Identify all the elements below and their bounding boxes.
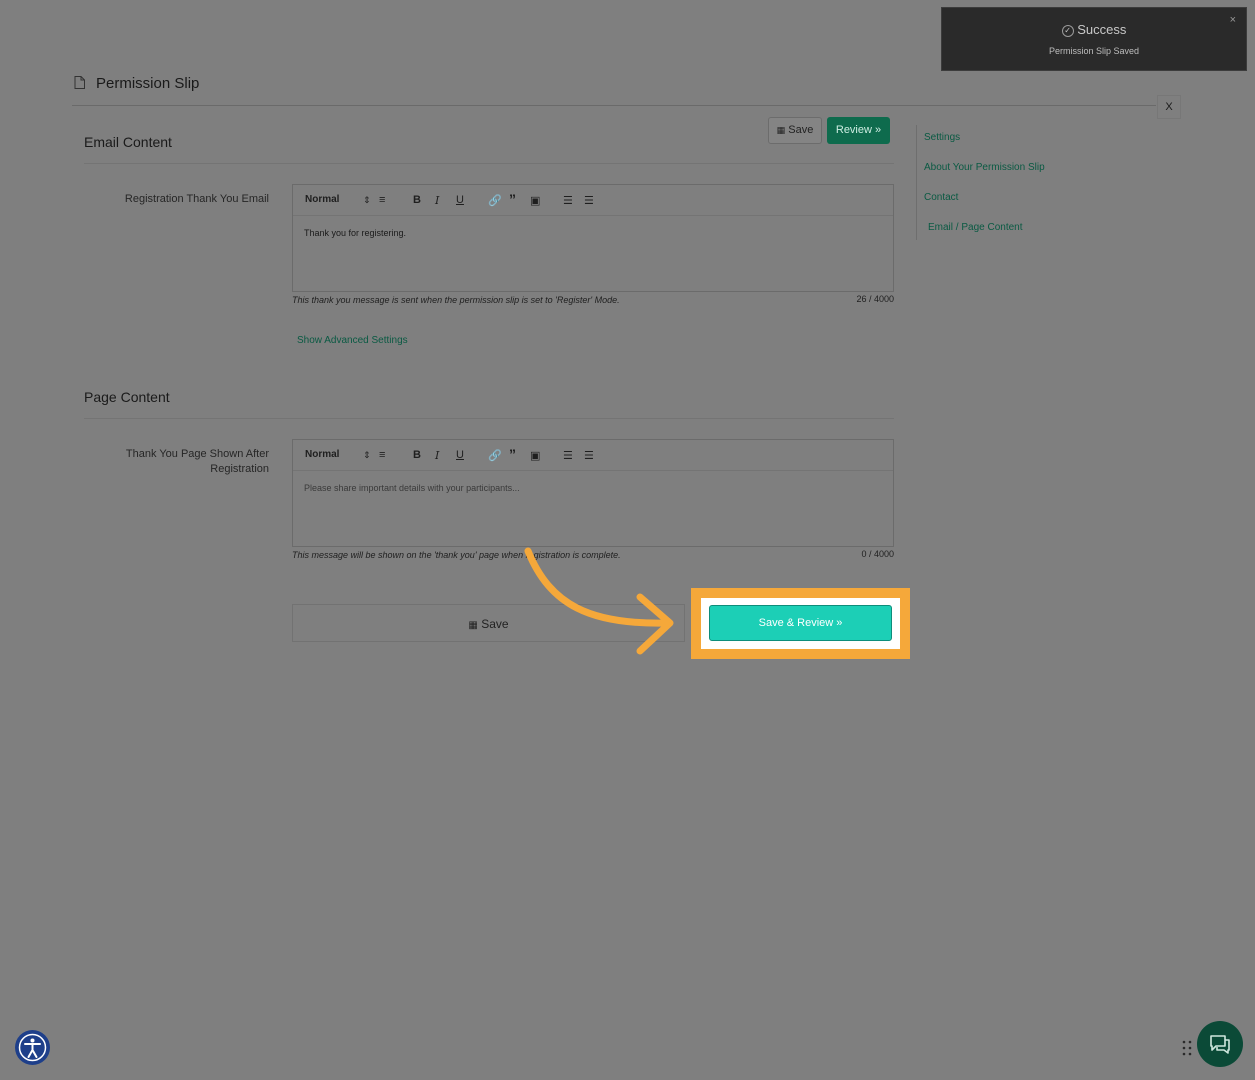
- side-nav-email-page-content[interactable]: Email / Page Content: [928, 222, 1023, 233]
- thank-you-page-label-line2: Registration: [210, 463, 269, 475]
- quote-icon[interactable]: ”: [509, 446, 516, 462]
- chat-button[interactable]: [1197, 1021, 1243, 1067]
- page-content-title: Page Content: [84, 389, 170, 405]
- close-button[interactable]: X: [1157, 95, 1181, 119]
- align-icon[interactable]: ≡: [379, 194, 385, 206]
- editor-toolbar: Normal ⇕ ≡ B I U 🔗 ” ▣ ☰ ☰: [293, 185, 893, 216]
- bottom-save-label: Save: [481, 617, 509, 631]
- email-char-counter: 26 / 4000: [856, 294, 894, 304]
- email-editor-content[interactable]: Thank you for registering.: [293, 216, 893, 250]
- format-select-caret-icon[interactable]: ⇕: [363, 450, 371, 461]
- review-button[interactable]: Review »: [827, 117, 890, 144]
- underline-icon[interactable]: U: [456, 449, 464, 461]
- drag-handle-icon[interactable]: [1182, 1040, 1192, 1056]
- bullet-list-icon[interactable]: ☰: [584, 449, 594, 462]
- page-rich-text-editor[interactable]: Normal ⇕ ≡ B I U 🔗 ” ▣ ☰ ☰ Please share …: [292, 439, 894, 547]
- format-select[interactable]: Normal: [305, 194, 339, 205]
- page-editor-placeholder[interactable]: Please share important details with your…: [293, 471, 893, 505]
- page-header: Permission Slip: [72, 70, 1156, 106]
- save-and-review-button[interactable]: Save & Review »: [709, 605, 892, 641]
- show-advanced-settings-link[interactable]: Show Advanced Settings: [297, 335, 408, 346]
- ordered-list-icon[interactable]: ☰: [563, 449, 573, 462]
- toast-title-text: Success: [1077, 22, 1127, 37]
- bullet-list-icon[interactable]: ☰: [584, 194, 594, 207]
- italic-icon[interactable]: I: [435, 449, 439, 462]
- format-select-caret-icon[interactable]: ⇕: [363, 195, 371, 206]
- thank-you-page-label-line1: Thank You Page Shown After: [125, 448, 269, 460]
- toast-message: Permission Slip Saved: [1048, 46, 1140, 56]
- email-content-title: Email Content: [84, 134, 172, 150]
- side-nav-about[interactable]: About Your Permission Slip: [924, 162, 1045, 173]
- format-select[interactable]: Normal: [305, 449, 339, 460]
- registration-email-label: Registration Thank You Email: [124, 193, 269, 205]
- bold-icon[interactable]: B: [413, 194, 421, 206]
- save-button-label: Save: [788, 124, 814, 136]
- bold-icon[interactable]: B: [413, 449, 421, 461]
- chat-icon: [1210, 1035, 1230, 1054]
- underline-icon[interactable]: U: [456, 194, 464, 206]
- section-divider: [84, 418, 894, 419]
- annotation-arrow-icon: [524, 547, 674, 655]
- save-icon: ▦: [776, 125, 786, 135]
- align-icon[interactable]: ≡: [379, 449, 385, 461]
- side-nav-rail: [916, 125, 917, 240]
- page-title: Permission Slip: [96, 75, 200, 92]
- italic-icon[interactable]: I: [435, 194, 439, 207]
- thank-you-page-label: Thank You Page Shown After Registration: [69, 447, 269, 477]
- page-char-counter: 0 / 4000: [861, 549, 894, 559]
- toast-close-icon[interactable]: ×: [1230, 14, 1236, 26]
- email-rich-text-editor[interactable]: Normal ⇕ ≡ B I U 🔗 ” ▣ ☰ ☰ Thank you for…: [292, 184, 894, 292]
- accessibility-button[interactable]: [15, 1030, 50, 1065]
- accessibility-icon: [18, 1033, 47, 1062]
- document-icon: [74, 76, 85, 89]
- success-toast: ✓ Success Permission Slip Saved ×: [941, 7, 1247, 71]
- link-icon[interactable]: 🔗: [488, 194, 502, 207]
- save-button[interactable]: ▦ Save: [768, 117, 822, 144]
- save-icon: ▦: [468, 620, 478, 631]
- side-nav-settings[interactable]: Settings: [924, 132, 960, 143]
- section-divider: [84, 163, 894, 164]
- image-icon[interactable]: ▣: [530, 449, 540, 462]
- side-nav-contact[interactable]: Contact: [924, 192, 958, 203]
- image-icon[interactable]: ▣: [530, 194, 540, 207]
- ordered-list-icon[interactable]: ☰: [563, 194, 573, 207]
- quote-icon[interactable]: ”: [509, 191, 516, 207]
- check-circle-icon: ✓: [1061, 25, 1074, 37]
- email-hint: This thank you message is sent when the …: [292, 295, 620, 305]
- editor-toolbar: Normal ⇕ ≡ B I U 🔗 ” ▣ ☰ ☰: [293, 440, 893, 471]
- toast-title: ✓ Success: [942, 22, 1246, 37]
- link-icon[interactable]: 🔗: [488, 449, 502, 462]
